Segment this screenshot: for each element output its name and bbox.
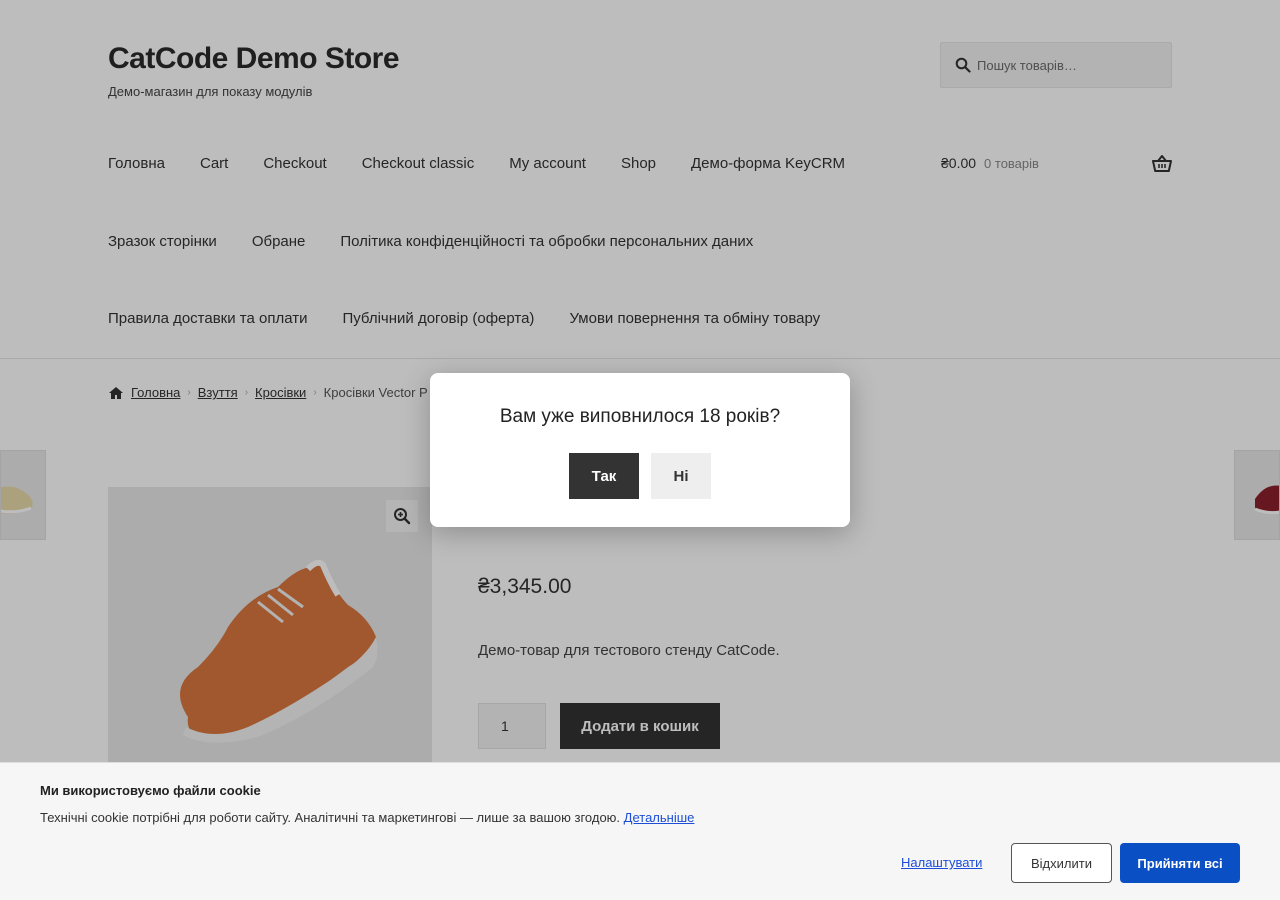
cookie-description: Технічні cookie потрібні для роботи сайт… — [40, 810, 621, 825]
cookie-accept-all-button[interactable]: Прийняти всі — [1120, 843, 1240, 883]
cookie-text: Технічні cookie потрібні для роботи сайт… — [40, 810, 694, 825]
cookie-details-link[interactable]: Детальніше — [624, 810, 695, 825]
age-no-button[interactable]: Ні — [651, 453, 711, 499]
page: CatCode Demo Store Демо-магазин для пока… — [0, 0, 1280, 900]
age-verification-modal: Вам уже виповнилося 18 років? Так Ні — [430, 373, 850, 527]
age-question: Вам уже виповнилося 18 років? — [499, 406, 781, 427]
cookie-reject-button[interactable]: Відхилити — [1011, 843, 1112, 883]
cookie-settings-link[interactable]: Налаштувати — [901, 855, 982, 870]
cookie-banner: Ми використовуємо файли cookie Технічні … — [0, 762, 1280, 900]
cookie-title: Ми використовуємо файли cookie — [40, 783, 261, 798]
age-yes-button[interactable]: Так — [569, 453, 639, 499]
